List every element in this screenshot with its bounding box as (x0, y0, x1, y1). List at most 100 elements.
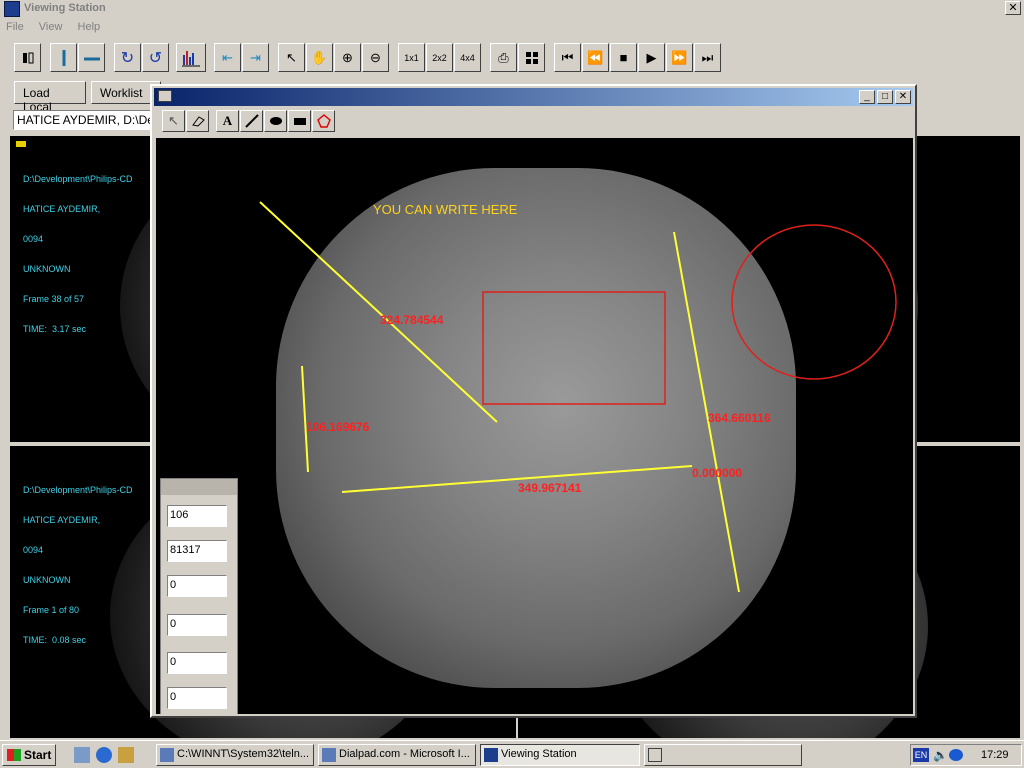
prev-frame-icon[interactable]: ⏪ (582, 43, 609, 72)
text-tool-icon[interactable]: A (216, 110, 239, 132)
pane-status: UNKNOWN (23, 264, 71, 274)
first-frame-icon[interactable]: ⏮ (554, 43, 581, 72)
rotate-ccw-icon[interactable]: ↺ (142, 43, 169, 72)
ruler-horizontal-icon[interactable] (78, 43, 105, 72)
measurement-label-5: 0.000000 (692, 466, 743, 480)
pane-time: TIME: 3.17 sec (23, 324, 87, 334)
measurement-label-2: 106.169676 (306, 420, 370, 434)
histogram-icon[interactable] (176, 43, 206, 72)
patient-field[interactable]: HATICE AYDEMIR, D:\De (13, 110, 153, 130)
menu-help[interactable]: Help (72, 18, 107, 36)
ie-icon (322, 748, 336, 762)
pane-patient: HATICE AYDEMIR, (23, 515, 101, 525)
pane-id: 0094 (23, 545, 44, 555)
annotation-window: _ □ ✕ ↖ A YOU CAN WRITE HERE 324.784544 … (150, 84, 917, 718)
grid-icon[interactable] (518, 43, 545, 72)
play-icon[interactable]: ▶ (638, 43, 665, 72)
stop-icon[interactable]: ■ (610, 43, 637, 72)
layout-1x1-button[interactable]: 1x1 (398, 43, 425, 72)
pointer-icon[interactable]: ↖ (278, 43, 305, 72)
next-frame-icon[interactable]: ⏩ (666, 43, 693, 72)
panel-field-5[interactable]: 0 (167, 652, 227, 674)
outlook-icon[interactable] (118, 747, 134, 763)
pane-status: UNKNOWN (23, 575, 71, 585)
panel-field-3[interactable]: 0 (167, 575, 227, 597)
zoom-in-icon[interactable]: ⊕ (334, 43, 361, 72)
panel-field-6[interactable]: 0 (167, 687, 227, 709)
start-button[interactable]: Start (2, 744, 56, 766)
language-indicator[interactable]: EN (913, 748, 929, 762)
measurement-label-1: 324.784544 (380, 313, 444, 327)
close-button[interactable]: ✕ (1005, 1, 1021, 15)
roi-rectangle (482, 291, 666, 405)
rectangle-tool-icon[interactable] (288, 110, 311, 132)
menu-bar: File View Help (0, 18, 1024, 38)
system-tray: EN 🔈 17:29 (910, 744, 1022, 766)
menu-file[interactable]: File (0, 18, 30, 36)
pane-patient: HATICE AYDEMIR, (23, 204, 101, 214)
task-viewing-station[interactable]: Viewing Station (480, 744, 640, 766)
task-dialpad[interactable]: Dialpad.com - Microsoft I... (318, 744, 476, 766)
image-canvas[interactable]: YOU CAN WRITE HERE 324.784544 106.169676… (156, 138, 913, 714)
windows-logo-icon (7, 749, 21, 761)
window-icon (648, 748, 662, 762)
pane-path: D:\Development\Philips-CD (23, 485, 133, 495)
title-bar: Viewing Station ✕ (0, 0, 1024, 18)
main-toolbar: ↻ ↺ ⇤ ⇥ ↖ ✋ ⊕ ⊖ 1x1 2x2 4x4 ⎙ ⏮ ⏪ ■ ▶ ⏩ … (6, 43, 730, 74)
measurement-panel: 106 81317 0 0 0 0 (160, 478, 238, 714)
panel-toggle-icon[interactable] (14, 43, 41, 72)
volume-icon[interactable]: 🔈 (933, 748, 948, 762)
annotation-window-title-bar: _ □ ✕ (154, 88, 913, 106)
line-tool-icon[interactable] (240, 110, 263, 132)
maximize-button[interactable]: □ (877, 90, 893, 104)
measure-line-2 (301, 365, 309, 473)
measure-line-1 (259, 201, 498, 423)
pane-time: TIME: 0.08 sec (23, 635, 87, 645)
pane-info-top: D:\Development\Philips-CD HATICE AYDEMIR… (23, 154, 133, 354)
clock: 17:29 (981, 749, 1009, 761)
tab-load-local[interactable]: Load Local (14, 81, 86, 114)
series-marker-icon (16, 141, 26, 147)
layout-4x4-button[interactable]: 4x4 (454, 43, 481, 72)
app-icon (4, 1, 20, 17)
annotation-text[interactable]: YOU CAN WRITE HERE (373, 202, 517, 217)
select-arrow-icon[interactable]: ↖ (162, 110, 185, 132)
last-frame-icon[interactable]: ⏭ (694, 43, 721, 72)
window-title: Viewing Station (24, 2, 106, 14)
panel-field-4[interactable]: 0 (167, 614, 227, 636)
zoom-out-icon[interactable]: ⊖ (362, 43, 389, 72)
measure-line-3 (341, 465, 693, 493)
previous-series-icon[interactable]: ⇤ (214, 43, 241, 72)
internet-explorer-icon[interactable] (96, 747, 112, 763)
pane-id: 0094 (23, 234, 44, 244)
next-series-icon[interactable]: ⇥ (242, 43, 269, 72)
panel-field-2[interactable]: 81317 (167, 540, 227, 562)
panel-header (161, 479, 237, 495)
pane-frame: Frame 1 of 80 (23, 605, 80, 615)
pan-hand-icon[interactable]: ✋ (306, 43, 333, 72)
pane-path: D:\Development\Philips-CD (23, 174, 133, 184)
annotation-overlay (259, 201, 897, 593)
start-label: Start (24, 748, 52, 762)
window-icon (158, 90, 172, 102)
task-telnet[interactable]: C:\WINNT\System32\teln... (156, 744, 314, 766)
eraser-icon[interactable] (186, 110, 209, 132)
ruler-vertical-icon[interactable] (50, 43, 77, 72)
messenger-icon[interactable] (949, 749, 963, 761)
polygon-tool-icon[interactable] (312, 110, 335, 132)
menu-view[interactable]: View (33, 18, 69, 36)
minimize-button[interactable]: _ (859, 90, 875, 104)
print-icon[interactable]: ⎙ (490, 43, 517, 72)
panel-field-1[interactable]: 106 (167, 505, 227, 527)
ellipse-tool-icon[interactable] (264, 110, 287, 132)
task-blank[interactable] (644, 744, 802, 766)
rotate-cw-icon[interactable]: ↻ (114, 43, 141, 72)
desktop-icon[interactable] (74, 747, 90, 763)
app-icon (484, 748, 498, 762)
roi-ellipse (731, 224, 897, 380)
dialog-close-button[interactable]: ✕ (895, 90, 911, 104)
console-icon (160, 748, 174, 762)
pane-frame: Frame 38 of 57 (23, 294, 85, 304)
pane-info-bottom: D:\Development\Philips-CD HATICE AYDEMIR… (23, 465, 133, 665)
layout-2x2-button[interactable]: 2x2 (426, 43, 453, 72)
